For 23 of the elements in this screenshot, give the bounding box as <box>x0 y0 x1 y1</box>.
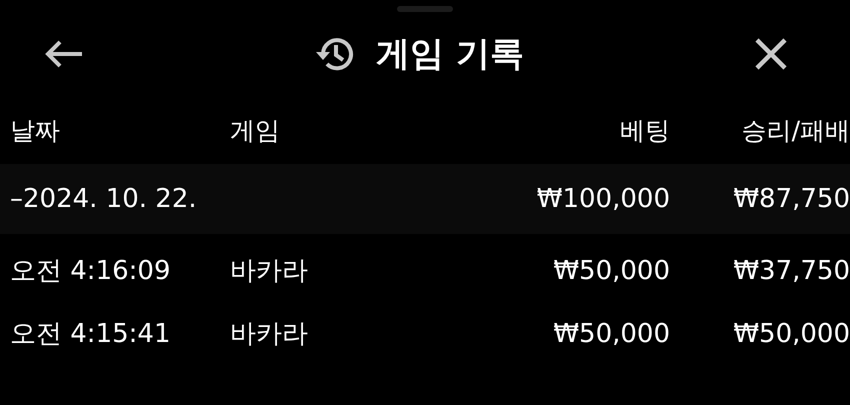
column-header: 베팅 <box>619 114 670 146</box>
back-arrow-icon <box>44 39 84 69</box>
table-cell-text: ₩50,000 <box>552 318 670 348</box>
history-icon <box>314 35 354 73</box>
column-header: 승리/패배 <box>740 114 850 146</box>
table-cell-text: ₩87,750 <box>732 184 850 214</box>
table-cell-text: ₩37,750 <box>732 256 850 286</box>
back-button[interactable] <box>44 39 84 69</box>
table-cell-text: 바카라 <box>230 318 309 351</box>
date-cell-text: –2024. 10. 22. <box>10 184 198 214</box>
table-cell-text: ₩50,000 <box>732 318 850 348</box>
header-title: 게임 기록 <box>376 33 524 76</box>
table-cell-text: 오전 4:16:09 <box>10 255 172 288</box>
close-button[interactable] <box>754 37 788 71</box>
table-cell-text: 바카라 <box>230 255 309 288</box>
table-cell-text: ₩100,000 <box>536 184 670 214</box>
column-header: 날짜 <box>10 114 61 146</box>
column-header: 게임 <box>230 114 281 146</box>
close-icon <box>754 37 788 71</box>
table-cell-text: 오전 4:15:41 <box>10 318 172 351</box>
date-group-row[interactable]: –2024. 10. 22. ₩100,000 ₩87,750 <box>0 164 850 234</box>
table-cell-text: ₩50,000 <box>552 256 670 286</box>
drag-handle[interactable] <box>397 6 453 12</box>
